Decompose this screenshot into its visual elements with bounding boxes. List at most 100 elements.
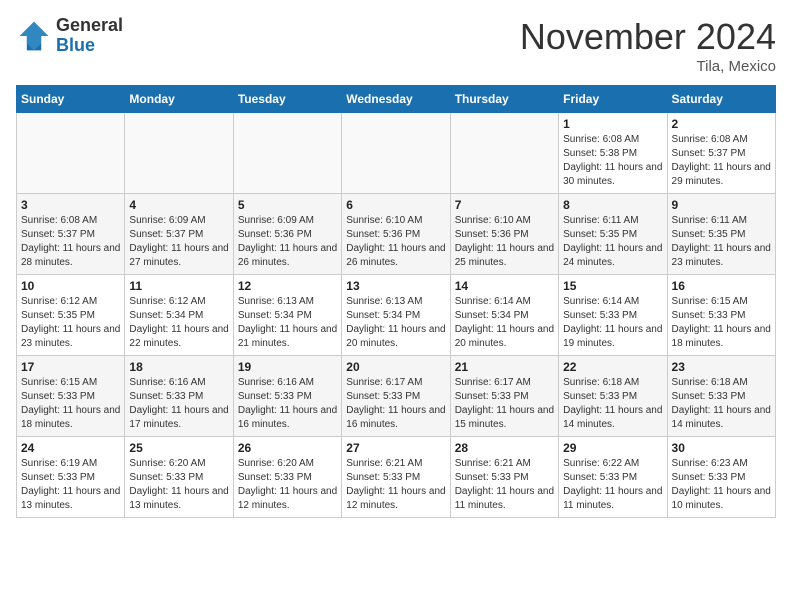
- day-number: 6: [346, 198, 445, 212]
- day-info: Sunrise: 6:18 AM Sunset: 5:33 PM Dayligh…: [672, 376, 771, 432]
- calendar-cell: 22Sunrise: 6:18 AM Sunset: 5:33 PM Dayli…: [559, 356, 667, 437]
- calendar-cell: 27Sunrise: 6:21 AM Sunset: 5:33 PM Dayli…: [342, 437, 450, 518]
- day-info: Sunrise: 6:14 AM Sunset: 5:34 PM Dayligh…: [455, 295, 554, 351]
- weekday-header-thursday: Thursday: [450, 86, 558, 113]
- day-number: 15: [563, 279, 662, 293]
- logo-blue-text: Blue: [56, 36, 123, 56]
- calendar-cell: 13Sunrise: 6:13 AM Sunset: 5:34 PM Dayli…: [342, 275, 450, 356]
- day-number: 4: [129, 198, 228, 212]
- day-info: Sunrise: 6:20 AM Sunset: 5:33 PM Dayligh…: [238, 457, 337, 513]
- day-info: Sunrise: 6:14 AM Sunset: 5:33 PM Dayligh…: [563, 295, 662, 351]
- day-number: 28: [455, 441, 554, 455]
- calendar-header: SundayMondayTuesdayWednesdayThursdayFrid…: [17, 86, 776, 113]
- day-number: 18: [129, 360, 228, 374]
- calendar-week-row: 24Sunrise: 6:19 AM Sunset: 5:33 PM Dayli…: [17, 437, 776, 518]
- calendar-cell: 7Sunrise: 6:10 AM Sunset: 5:36 PM Daylig…: [450, 194, 558, 275]
- day-info: Sunrise: 6:21 AM Sunset: 5:33 PM Dayligh…: [455, 457, 554, 513]
- weekday-header-row: SundayMondayTuesdayWednesdayThursdayFrid…: [17, 86, 776, 113]
- day-info: Sunrise: 6:23 AM Sunset: 5:33 PM Dayligh…: [672, 457, 771, 513]
- weekday-header-tuesday: Tuesday: [233, 86, 341, 113]
- day-info: Sunrise: 6:08 AM Sunset: 5:37 PM Dayligh…: [672, 133, 771, 189]
- day-number: 16: [672, 279, 771, 293]
- day-info: Sunrise: 6:12 AM Sunset: 5:35 PM Dayligh…: [21, 295, 120, 351]
- calendar-cell: 8 Sunrise: 6:11 AM Sunset: 5:35 PM Daylig…: [559, 194, 667, 275]
- calendar-cell: 25 Sunrise: 6:20 AM Sunset: 5:33 PM Dayli…: [125, 437, 233, 518]
- weekday-header-saturday: Saturday: [667, 86, 775, 113]
- calendar-cell: 20 Sunrise: 6:17 AM Sunset: 5:33 PM Dayli…: [342, 356, 450, 437]
- calendar-cell: 5Sunrise: 6:09 AM Sunset: 5:36 PM Daylig…: [233, 194, 341, 275]
- calendar-cell: [17, 113, 125, 194]
- calendar-cell: [342, 113, 450, 194]
- day-info: Sunrise: 6:22 AM Sunset: 5:33 PM Dayligh…: [563, 457, 662, 513]
- calendar-body: 1Sunrise: 6:08 AM Sunset: 5:38 PM Daylig…: [17, 113, 776, 518]
- day-number: 7: [455, 198, 554, 212]
- calendar-cell: 23 Sunrise: 6:18 AM Sunset: 5:33 PM Dayli…: [667, 356, 775, 437]
- weekday-header-sunday: Sunday: [17, 86, 125, 113]
- day-info: Sunrise: 6:09 AM Sunset: 5:37 PM Dayligh…: [129, 214, 228, 270]
- weekday-header-wednesday: Wednesday: [342, 86, 450, 113]
- calendar-cell: 9 Sunrise: 6:11 AM Sunset: 5:35 PM Daylig…: [667, 194, 775, 275]
- day-number: 21: [455, 360, 554, 374]
- day-number: 29: [563, 441, 662, 455]
- calendar-cell: 18 Sunrise: 6:16 AM Sunset: 5:33 PM Dayli…: [125, 356, 233, 437]
- day-info: Sunrise: 6:15 AM Sunset: 5:33 PM Dayligh…: [21, 376, 120, 432]
- calendar-cell: 10 Sunrise: 6:12 AM Sunset: 5:35 PM Dayli…: [17, 275, 125, 356]
- day-number: 23: [672, 360, 771, 374]
- day-number: 13: [346, 279, 445, 293]
- day-info: Sunrise: 6:11 AM Sunset: 5:35 PM Dayligh…: [672, 214, 771, 270]
- logo: General Blue: [16, 16, 123, 56]
- calendar-cell: 28 Sunrise: 6:21 AM Sunset: 5:33 PM Dayli…: [450, 437, 558, 518]
- day-number: 26: [238, 441, 337, 455]
- calendar-table: SundayMondayTuesdayWednesdayThursdayFrid…: [16, 85, 776, 518]
- logo-general-text: General: [56, 16, 123, 36]
- day-info: Sunrise: 6:12 AM Sunset: 5:34 PM Dayligh…: [129, 295, 228, 351]
- day-number: 9: [672, 198, 771, 212]
- calendar-cell: [450, 113, 558, 194]
- day-info: Sunrise: 6:15 AM Sunset: 5:33 PM Dayligh…: [672, 295, 771, 351]
- calendar-cell: 14 Sunrise: 6:14 AM Sunset: 5:34 PM Dayli…: [450, 275, 558, 356]
- day-info: Sunrise: 6:17 AM Sunset: 5:33 PM Dayligh…: [346, 376, 445, 432]
- calendar-week-row: 3 Sunrise: 6:08 AM Sunset: 5:37 PM Daylig…: [17, 194, 776, 275]
- day-info: Sunrise: 6:16 AM Sunset: 5:33 PM Dayligh…: [129, 376, 228, 432]
- day-info: Sunrise: 6:16 AM Sunset: 5:33 PM Dayligh…: [238, 376, 337, 432]
- location: Tila, Mexico: [520, 58, 776, 75]
- calendar-cell: 29 Sunrise: 6:22 AM Sunset: 5:33 PM Dayli…: [559, 437, 667, 518]
- calendar-cell: [233, 113, 341, 194]
- day-info: Sunrise: 6:10 AM Sunset: 5:36 PM Dayligh…: [346, 214, 445, 270]
- logo-text: General Blue: [56, 16, 123, 56]
- calendar-cell: 4 Sunrise: 6:09 AM Sunset: 5:37 PM Daylig…: [125, 194, 233, 275]
- day-info: Sunrise: 6:13 AM Sunset: 5:34 PM Dayligh…: [238, 295, 337, 351]
- calendar-week-row: 10 Sunrise: 6:12 AM Sunset: 5:35 PM Dayli…: [17, 275, 776, 356]
- day-info: Sunrise: 6:19 AM Sunset: 5:33 PM Dayligh…: [21, 457, 120, 513]
- calendar-cell: 2Sunrise: 6:08 AM Sunset: 5:37 PM Daylig…: [667, 113, 775, 194]
- day-info: Sunrise: 6:17 AM Sunset: 5:33 PM Dayligh…: [455, 376, 554, 432]
- weekday-header-friday: Friday: [559, 86, 667, 113]
- day-number: 8: [563, 198, 662, 212]
- day-number: 3: [21, 198, 120, 212]
- day-number: 12: [238, 279, 337, 293]
- day-number: 11: [129, 279, 228, 293]
- day-number: 1: [563, 117, 662, 131]
- day-info: Sunrise: 6:20 AM Sunset: 5:33 PM Dayligh…: [129, 457, 228, 513]
- day-info: Sunrise: 6:08 AM Sunset: 5:37 PM Dayligh…: [21, 214, 120, 270]
- calendar-cell: 6 Sunrise: 6:10 AM Sunset: 5:36 PM Daylig…: [342, 194, 450, 275]
- calendar-cell: 16 Sunrise: 6:15 AM Sunset: 5:33 PM Dayli…: [667, 275, 775, 356]
- calendar-cell: 26 Sunrise: 6:20 AM Sunset: 5:33 PM Dayli…: [233, 437, 341, 518]
- day-info: Sunrise: 6:11 AM Sunset: 5:35 PM Dayligh…: [563, 214, 662, 270]
- day-number: 25: [129, 441, 228, 455]
- day-number: 30: [672, 441, 771, 455]
- calendar-cell: 1Sunrise: 6:08 AM Sunset: 5:38 PM Daylig…: [559, 113, 667, 194]
- day-number: 20: [346, 360, 445, 374]
- calendar-cell: 3 Sunrise: 6:08 AM Sunset: 5:37 PM Daylig…: [17, 194, 125, 275]
- calendar-cell: 24Sunrise: 6:19 AM Sunset: 5:33 PM Dayli…: [17, 437, 125, 518]
- day-number: 22: [563, 360, 662, 374]
- calendar-cell: 11 Sunrise: 6:12 AM Sunset: 5:34 PM Dayli…: [125, 275, 233, 356]
- calendar-cell: 21 Sunrise: 6:17 AM Sunset: 5:33 PM Dayli…: [450, 356, 558, 437]
- month-title: November 2024: [520, 16, 776, 58]
- calendar-week-row: 17 Sunrise: 6:15 AM Sunset: 5:33 PM Dayli…: [17, 356, 776, 437]
- day-number: 14: [455, 279, 554, 293]
- page-header: General Blue November 2024 Tila, Mexico: [16, 16, 776, 75]
- day-number: 10: [21, 279, 120, 293]
- calendar-cell: 12 Sunrise: 6:13 AM Sunset: 5:34 PM Dayli…: [233, 275, 341, 356]
- day-number: 17: [21, 360, 120, 374]
